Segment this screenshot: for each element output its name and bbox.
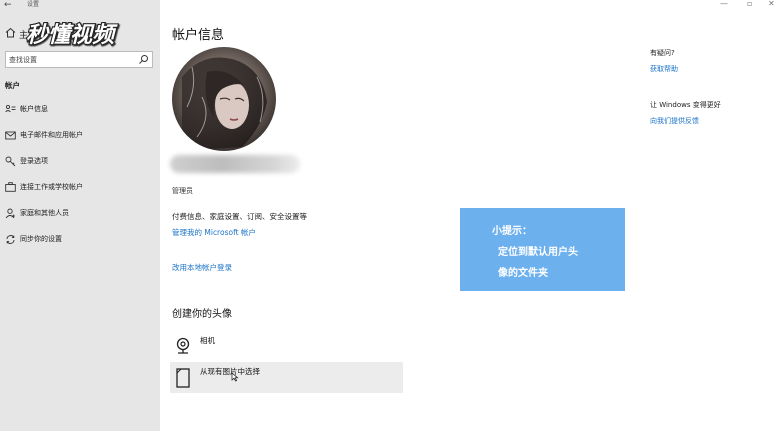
person-icon	[5, 208, 16, 219]
sidebar-item-label: 电子邮件和应用帐户	[20, 131, 83, 139]
search-box	[5, 51, 153, 68]
mail-icon	[5, 130, 16, 141]
search-icon[interactable]	[138, 54, 149, 65]
sidebar-item-label: 同步你的设置	[20, 235, 62, 243]
get-help-link[interactable]: 获取帮助	[650, 64, 678, 74]
avatar	[172, 47, 276, 151]
picture-file-icon	[174, 367, 192, 389]
camera-icon	[174, 335, 192, 357]
watermark-logo: 秒懂视频	[25, 22, 119, 49]
tip-overlay: 小提示： 定位到默认用户头 像的文件夹	[460, 208, 625, 291]
person-card-icon	[5, 104, 16, 115]
sidebar-item-sync[interactable]: 同步你的设置	[0, 228, 160, 250]
sidebar-item-email-accounts[interactable]: 电子邮件和应用帐户	[0, 124, 160, 146]
browse-picture-option[interactable]: 从现有图片中选择	[170, 362, 403, 393]
tip-text-line: 定位到默认用户头	[498, 247, 578, 258]
sync-icon	[5, 234, 16, 245]
close-icon[interactable]: ✕	[768, 0, 775, 8]
browse-picture-option-label: 从现有图片中选择	[200, 367, 260, 376]
minimize-icon[interactable]: —	[720, 0, 728, 8]
account-role: 管理员	[172, 187, 193, 195]
page-title: 帐户信息	[172, 28, 225, 43]
manage-microsoft-account-link[interactable]: 管理我的 Microsoft 帐户	[172, 227, 256, 238]
tip-text-line: 像的文件夹	[498, 268, 548, 279]
sidebar-section-label: 帐户	[5, 81, 20, 90]
window-title: 设置	[27, 1, 40, 8]
camera-option[interactable]: 相机	[170, 331, 403, 361]
briefcase-icon	[5, 182, 16, 193]
sidebar-item-label: 登录选项	[20, 157, 48, 165]
sidebar-item-work-school[interactable]: 连接工作或学校帐户	[0, 176, 160, 198]
create-avatar-heading: 创建你的头像	[172, 309, 232, 320]
feedback-question: 让 Windows 变得更好	[650, 101, 721, 109]
help-question: 有疑问?	[650, 49, 675, 57]
sidebar-item-sign-in-options[interactable]: 登录选项	[0, 150, 160, 172]
logo-text: 秒懂视频	[26, 23, 118, 48]
sidebar-item-label: 家庭和其他人员	[20, 209, 69, 217]
sidebar-item-family[interactable]: 家庭和其他人员	[0, 202, 160, 224]
search-input[interactable]	[9, 52, 134, 67]
mouse-cursor-icon	[231, 372, 239, 384]
back-arrow-icon[interactable]: ←	[4, 0, 18, 12]
title-bar: ← 设置 — ▫ ✕	[0, 0, 776, 14]
home-icon	[5, 27, 19, 41]
key-icon	[5, 156, 16, 167]
username-blurred	[170, 155, 300, 173]
camera-option-label: 相机	[200, 335, 215, 345]
give-feedback-link[interactable]: 向我们提供反馈	[650, 116, 699, 126]
sidebar-item-account-info[interactable]: 帐户信息	[0, 98, 160, 120]
billing-info-text: 付费信息、家庭设置、订阅、安全设置等	[172, 212, 307, 221]
local-account-signin-link[interactable]: 改用本地帐户登录	[172, 262, 232, 273]
sidebar-item-label: 帐户信息	[20, 105, 48, 113]
tip-title: 小提示：	[492, 226, 532, 237]
maximize-icon[interactable]: ▫	[747, 0, 752, 8]
sidebar-item-label: 连接工作或学校帐户	[20, 183, 83, 191]
